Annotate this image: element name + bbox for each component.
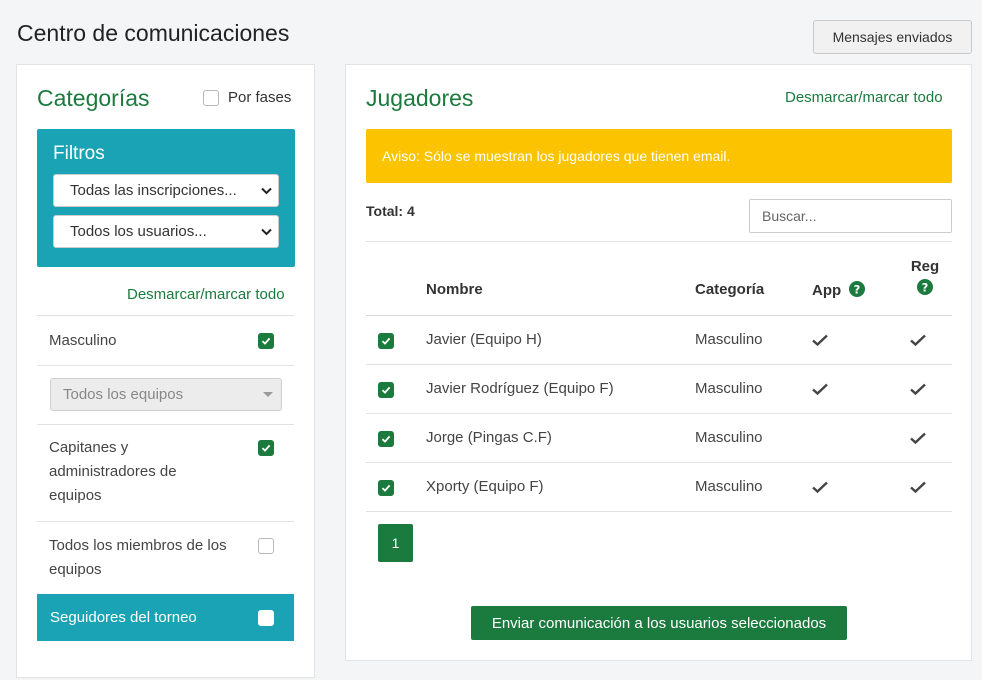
divider (366, 241, 952, 242)
team-select[interactable]: Todos los equipos (50, 378, 282, 411)
total-count: Total: 4 (366, 203, 415, 219)
caret-down-icon (263, 392, 273, 397)
app-check-icon (812, 334, 828, 346)
followers-checkbox[interactable] (258, 609, 274, 626)
email-warning-alert: Aviso: Sólo se muestran los jugadores qu… (366, 129, 952, 183)
categories-title: Categorías (37, 85, 150, 111)
player-category: Masculino (695, 429, 763, 446)
column-header-name[interactable]: Nombre (426, 281, 483, 298)
filters-box: Filtros Todas las inscripciones... Todos… (37, 129, 295, 267)
followers-label: Seguidores del torneo (50, 609, 197, 626)
send-communication-button[interactable]: Enviar comunicación a los usuarios selec… (471, 606, 847, 640)
player-name: Jorge (Pingas C.F) (426, 429, 552, 446)
page-title: Centro de comunicaciones (17, 20, 290, 46)
users-select[interactable]: Todos los usuarios... (53, 215, 279, 248)
table-row[interactable]: Xporty (Equipo F) Masculino (366, 463, 952, 512)
column-header-reg-label: Reg (910, 258, 940, 275)
table-row[interactable]: Javier (Equipo H) Masculino (366, 316, 952, 365)
player-name: Javier (Equipo H) (426, 331, 542, 348)
reg-check-icon (910, 383, 926, 395)
captains-checkbox[interactable] (258, 440, 274, 456)
chevron-down-icon (261, 228, 272, 235)
by-phase-checkbox[interactable] (203, 89, 219, 106)
captains-row[interactable]: Capitanes y administradores de equipos (37, 424, 294, 521)
svg-text:?: ? (854, 282, 861, 296)
column-header-app-label: App (812, 282, 842, 299)
row-checkbox[interactable] (378, 382, 394, 398)
captains-label: Capitanes y administradores de equipos (49, 439, 177, 504)
svg-text:?: ? (922, 280, 929, 294)
team-select-value: Todos los equipos (63, 386, 184, 403)
player-name: Javier Rodríguez (Equipo F) (426, 380, 614, 397)
reg-check-icon (910, 481, 926, 493)
help-icon[interactable]: ? (917, 279, 933, 295)
chevron-down-icon (261, 187, 272, 194)
row-checkbox[interactable] (378, 431, 394, 447)
category-checkbox[interactable] (258, 333, 274, 349)
by-phase-label: Por fases (228, 89, 292, 106)
column-header-reg[interactable]: Reg ? (909, 258, 941, 297)
table-row[interactable]: Javier Rodríguez (Equipo F) Masculino (366, 365, 952, 414)
users-select-value: Todos los usuarios... (70, 223, 207, 240)
table-row[interactable]: Jorge (Pingas C.F) Masculino (366, 414, 952, 463)
players-panel: Jugadores Desmarcar/marcar todo Aviso: S… (345, 64, 972, 661)
reg-check-icon (910, 334, 926, 346)
all-members-checkbox[interactable] (258, 538, 274, 554)
help-icon[interactable]: ? (849, 281, 866, 297)
by-phase-toggle[interactable]: Por fases (203, 89, 291, 106)
categories-panel: Categorías Por fases Filtros Todas las i… (16, 64, 315, 678)
registration-select[interactable]: Todas las inscripciones... (53, 174, 279, 207)
player-category: Masculino (695, 380, 763, 397)
filters-title: Filtros (53, 143, 105, 164)
registration-select-value: Todas las inscripciones... (70, 182, 237, 199)
category-label: Masculino (49, 332, 117, 349)
players-title: Jugadores (366, 85, 474, 111)
search-input[interactable] (749, 199, 952, 233)
followers-row[interactable]: Seguidores del torneo (37, 594, 294, 641)
reg-check-icon (910, 432, 926, 444)
player-category: Masculino (695, 331, 763, 348)
column-header-app[interactable]: App ? (812, 281, 866, 299)
all-members-label: Todos los miembros de los equipos (49, 537, 227, 578)
pagination-page-1[interactable]: 1 (378, 524, 413, 562)
player-name: Xporty (Equipo F) (426, 478, 544, 495)
toggle-all-players-link[interactable]: Desmarcar/marcar todo (785, 89, 943, 106)
category-row-masculino[interactable]: Masculino (37, 315, 294, 365)
row-checkbox[interactable] (378, 333, 394, 349)
column-header-category[interactable]: Categoría (695, 281, 764, 298)
app-check-icon (812, 383, 828, 395)
player-category: Masculino (695, 478, 763, 495)
all-members-row[interactable]: Todos los miembros de los equipos (37, 521, 294, 594)
toggle-all-categories-link[interactable]: Desmarcar/marcar todo (127, 286, 285, 303)
sent-messages-button[interactable]: Mensajes enviados (813, 20, 972, 54)
app-check-icon (812, 481, 828, 493)
row-checkbox[interactable] (378, 480, 394, 496)
